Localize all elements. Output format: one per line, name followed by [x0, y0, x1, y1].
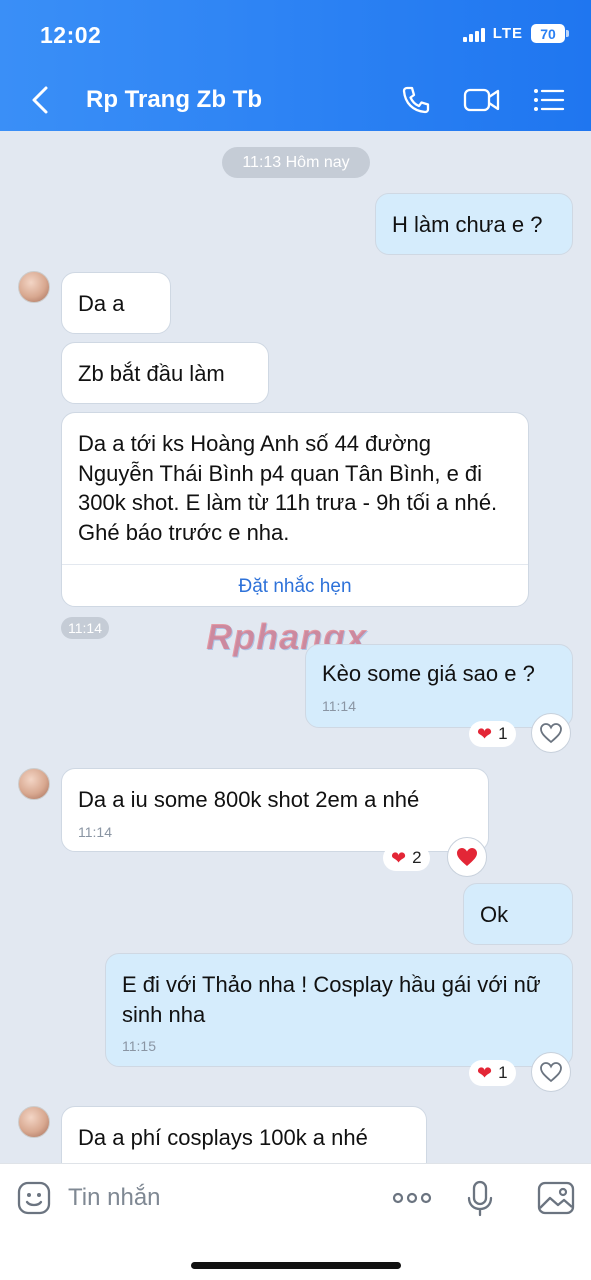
message-time: 11:14: [322, 697, 356, 714]
reaction-count: 1: [498, 1063, 508, 1082]
message-text: Kèo some giá sao e ?: [322, 661, 535, 686]
message-time: 11:14: [78, 823, 112, 840]
message-bubble-outgoing[interactable]: H làm chưa e ?: [375, 193, 573, 255]
image-icon[interactable]: [536, 1178, 576, 1218]
message-text: Da a tới ks Hoàng Anh số 44 đường Nguyễn…: [78, 431, 498, 546]
message-bubble-incoming[interactable]: Da a: [61, 272, 171, 334]
heart-filled-icon: [457, 848, 477, 866]
reaction-badge[interactable]: ❤ 2: [383, 845, 430, 871]
status-time: 12:02: [40, 22, 102, 48]
message-time: 11:15: [122, 1038, 156, 1055]
message-text: E đi với Thảo nha ! Cosplay hầu gái với …: [122, 972, 541, 1027]
emoji-icon[interactable]: [15, 1178, 55, 1218]
video-icon[interactable]: [462, 82, 502, 118]
heart-icon: ❤: [477, 723, 493, 744]
message-bubble-incoming[interactable]: Zb bắt đầu làm: [61, 342, 269, 404]
heart-outline-icon: [540, 1062, 562, 1083]
phone-icon[interactable]: [398, 82, 434, 118]
battery-icon: 70: [531, 24, 569, 43]
heart-outline-icon: [540, 723, 562, 744]
network-type: LTE: [492, 25, 523, 42]
message-bubble-incoming[interactable]: Da a phí cosplays 100k a nhé: [61, 1106, 427, 1163]
message-input[interactable]: Tin nhắn: [68, 1184, 161, 1212]
message-bubble-outgoing[interactable]: E đi với Thảo nha ! Cosplay hầu gái với …: [105, 953, 573, 1067]
message-text: Da a iu some 800k shot 2em a nhé: [78, 787, 420, 812]
avatar[interactable]: [18, 271, 50, 303]
reaction-badge[interactable]: ❤ 1: [469, 721, 516, 747]
reaction-count: 2: [412, 848, 422, 867]
home-indicator: [191, 1262, 401, 1269]
message-list[interactable]: 11:13 Hôm nay H làm chưa e ? Da a Zb bắt…: [0, 131, 591, 1163]
message-text: Zb bắt đầu làm: [78, 361, 225, 386]
message-time: 11:14: [61, 617, 109, 639]
react-button[interactable]: [531, 1052, 571, 1092]
reaction-badge[interactable]: ❤ 1: [469, 1060, 516, 1086]
message-bubble-outgoing[interactable]: Kèo some giá sao e ? 11:14: [305, 644, 573, 728]
heart-icon: ❤: [477, 1062, 493, 1083]
message-text: Ok: [480, 902, 509, 927]
battery-level: 70: [540, 25, 556, 42]
status-indicators: LTE 70: [462, 24, 569, 43]
message-composer: Tin nhắn: [0, 1163, 591, 1280]
heart-icon: ❤: [391, 847, 407, 868]
react-button[interactable]: [531, 713, 571, 753]
date-separator: 11:13 Hôm nay: [222, 147, 370, 178]
react-button[interactable]: [447, 837, 487, 877]
message-bubble-incoming[interactable]: Da a iu some 800k shot 2em a nhé 11:14: [61, 768, 489, 852]
microphone-icon[interactable]: [460, 1178, 500, 1218]
avatar[interactable]: [18, 768, 50, 800]
set-reminder-button[interactable]: Đặt nhắc hẹn: [62, 563, 528, 610]
message-bubble-outgoing[interactable]: Ok: [463, 883, 573, 945]
more-dots-icon[interactable]: [390, 1178, 434, 1218]
chevron-left-icon[interactable]: [26, 82, 56, 118]
signal-icon: [462, 26, 485, 42]
message-text: Da a: [78, 291, 125, 316]
chat-header: 12:02 LTE 70 Rp Trang Zb Tb: [0, 0, 591, 131]
message-bubble-incoming[interactable]: Da a tới ks Hoàng Anh số 44 đường Nguyễn…: [61, 412, 529, 607]
message-text: Da a phí cosplays 100k a nhé: [78, 1125, 368, 1150]
avatar[interactable]: [18, 1106, 50, 1138]
chat-title[interactable]: Rp Trang Zb Tb: [86, 86, 262, 114]
message-text: H làm chưa e ?: [392, 212, 543, 237]
reaction-count: 1: [498, 724, 508, 743]
menu-list-icon[interactable]: [531, 82, 567, 118]
